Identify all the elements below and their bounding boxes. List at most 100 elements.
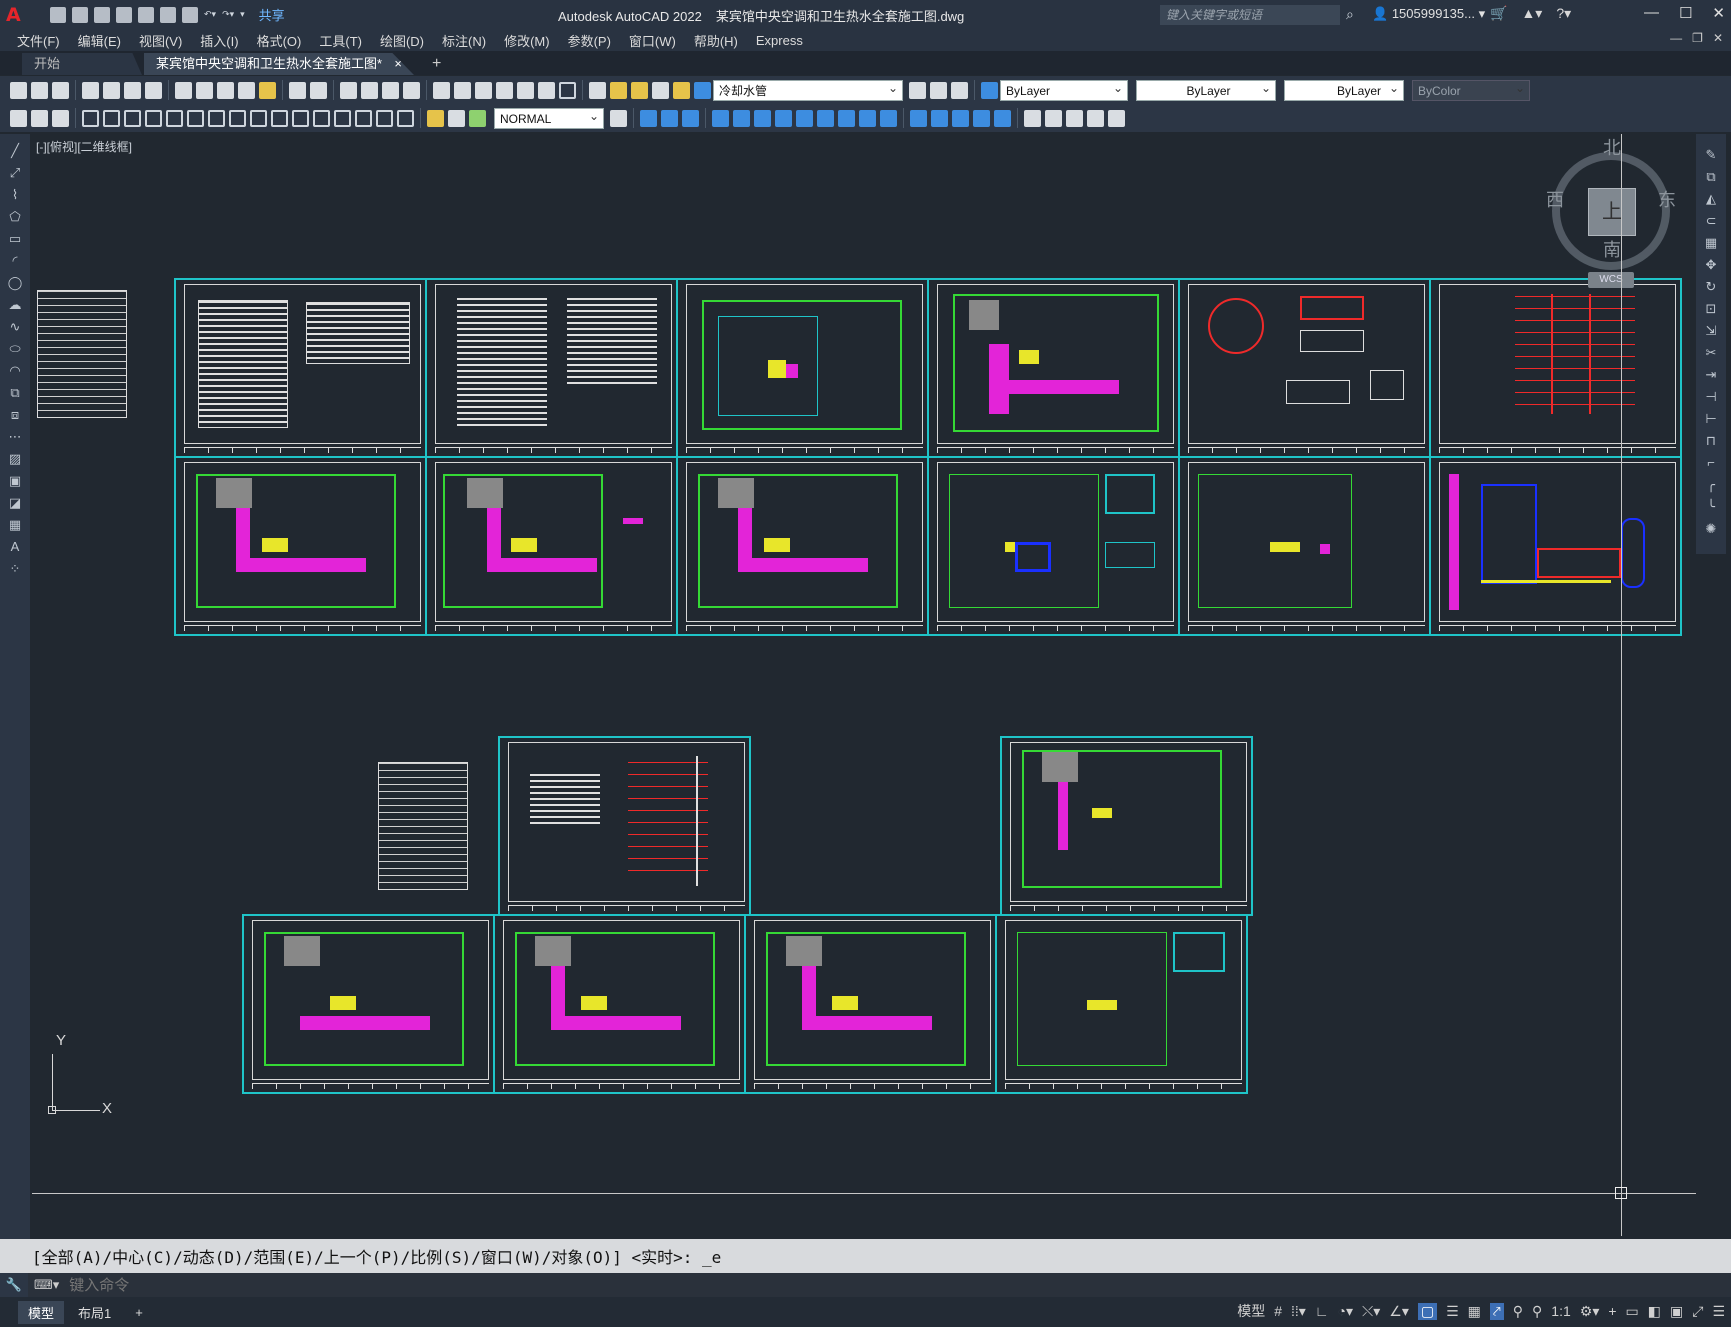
mirror-icon[interactable]: ◭ (1703, 191, 1719, 207)
isodraft-icon[interactable]: ⤬▾ (1362, 1303, 1380, 1320)
viewcube-top-face[interactable]: 上 (1588, 188, 1636, 236)
save-as-icon[interactable] (116, 6, 132, 23)
plot-preview-icon[interactable] (103, 81, 120, 99)
copy-icon[interactable] (196, 81, 213, 99)
ellipse-arc-icon[interactable]: ◠ (7, 363, 23, 379)
ellipse-icon[interactable]: ⬭ (7, 341, 23, 357)
arc-length-icon[interactable] (124, 109, 141, 127)
stretch-icon[interactable]: ⇲ (1703, 323, 1719, 339)
osnap-tracking-icon[interactable]: ∠▾ (1389, 1303, 1409, 1320)
autocad-logo-icon[interactable]: A (6, 4, 30, 26)
center-mark-icon[interactable] (355, 109, 372, 127)
selection-cycling-icon[interactable]: ⤤ (1489, 1302, 1504, 1320)
copy-object-icon[interactable] (661, 109, 678, 127)
dim-style-manager-icon[interactable] (610, 109, 627, 127)
dim-text-edit-icon[interactable] (448, 109, 465, 127)
auto-scale-icon[interactable]: ⚲ (1532, 1303, 1542, 1320)
add-selected-icon[interactable]: ⁘ (7, 561, 23, 577)
jogged-linear-icon[interactable] (397, 109, 414, 127)
plot-icon[interactable] (182, 6, 198, 23)
zoom-previous-icon[interactable] (403, 81, 420, 99)
block-editor-icon[interactable] (259, 81, 276, 99)
hardware-acceleration-icon[interactable]: ▣ (1670, 1303, 1683, 1320)
new-tab-button[interactable]: + (432, 53, 441, 75)
command-customize-icon[interactable]: 🔧 (0, 1277, 28, 1293)
layer-state-icon[interactable] (951, 81, 968, 99)
open-icon[interactable] (31, 81, 48, 99)
menu-parametric[interactable]: 参数(P) (559, 31, 620, 50)
chamfer-icon[interactable]: ⌐ (1703, 455, 1719, 471)
object-snap-icon[interactable]: ▢ (1417, 1302, 1438, 1320)
line-icon[interactable]: ╱ (7, 143, 23, 159)
dim-edit-icon[interactable] (427, 109, 444, 127)
revision-cloud-icon[interactable]: ☁ (7, 297, 23, 313)
undo-icon[interactable] (289, 81, 306, 99)
make-current-layer-icon[interactable] (909, 81, 926, 99)
dim-update-icon[interactable] (52, 109, 69, 127)
layer-dropdown[interactable]: 冷却水管 (713, 78, 903, 101)
qnew-icon[interactable] (10, 81, 27, 99)
new-file-icon[interactable] (50, 6, 66, 23)
menu-view[interactable]: 视图(V) (130, 31, 191, 50)
minimize-icon[interactable]: — (1644, 4, 1659, 22)
menu-insert[interactable]: 插入(I) (191, 31, 247, 50)
save-icon[interactable] (94, 6, 110, 23)
angular-dimension-icon[interactable] (229, 109, 246, 127)
plot-icon[interactable] (82, 81, 99, 99)
workspace-gear-icon[interactable]: ⚙▾ (1580, 1303, 1600, 1320)
rotate-icon[interactable]: ↻ (1703, 279, 1719, 295)
tab-close-icon[interactable]: × (394, 53, 402, 75)
erase-eraser-icon[interactable]: ✎ (1703, 147, 1719, 163)
menu-format[interactable]: 格式(O) (248, 31, 311, 50)
lineweight-dropdown[interactable]: ByLayer (1284, 78, 1404, 101)
copy-icon[interactable]: ⧉ (1703, 169, 1719, 185)
search-icon[interactable]: ⌕ (1346, 6, 1361, 22)
annotation-monitor-icon[interactable]: + (1608, 1303, 1616, 1319)
save-icon[interactable] (52, 81, 69, 99)
offset-icon[interactable] (712, 109, 729, 127)
quickcalc-icon[interactable] (538, 81, 555, 99)
radius-dimension-icon[interactable] (166, 109, 183, 127)
layer-color-icon[interactable] (694, 81, 711, 99)
command-prompt-icon[interactable]: ⌨▾ (34, 1277, 59, 1293)
dimension-space-icon[interactable] (313, 109, 330, 127)
chamfer-icon[interactable] (931, 109, 948, 127)
polyline-icon[interactable]: ⌇ (7, 187, 23, 203)
construction-line-icon[interactable]: ⤢ (7, 165, 23, 181)
compass-south[interactable]: 南 (1603, 236, 1621, 262)
extend-icon[interactable] (859, 109, 876, 127)
menu-window[interactable]: 窗口(W) (620, 31, 685, 50)
array-icon[interactable]: ▦ (1703, 235, 1719, 251)
layer-freeze-icon[interactable] (631, 81, 648, 99)
share-button[interactable]: 共享 (259, 5, 285, 24)
help-icon[interactable]: ?▾ (1556, 5, 1571, 22)
open-file-icon[interactable] (72, 6, 88, 23)
blend-icon[interactable] (973, 109, 990, 127)
cut-icon[interactable] (175, 81, 192, 99)
properties-icon[interactable] (433, 81, 450, 99)
linear-dimension-icon[interactable] (82, 109, 99, 127)
extend-icon[interactable]: ⇥ (1703, 367, 1719, 383)
menu-help[interactable]: 帮助(H) (685, 31, 747, 50)
menu-edit[interactable]: 编辑(E) (69, 31, 130, 50)
quick-dimension-icon[interactable] (10, 109, 27, 127)
scale-icon[interactable] (796, 109, 813, 127)
explode-icon[interactable] (994, 109, 1011, 127)
maximize-icon[interactable]: ☐ (1679, 4, 1692, 22)
trim-icon[interactable] (838, 109, 855, 127)
circle-icon[interactable]: ◯ (7, 275, 23, 291)
break-icon[interactable]: ⊢ (1703, 411, 1719, 427)
tab-start[interactable]: 开始 (22, 53, 142, 75)
join-icon[interactable] (910, 109, 927, 127)
linetype-dropdown[interactable]: ByLayer (1136, 78, 1276, 101)
scale-icon[interactable]: ⊡ (1703, 301, 1719, 317)
compass-north[interactable]: 北 (1603, 134, 1621, 160)
fillet-icon[interactable] (952, 109, 969, 127)
paste-icon[interactable] (217, 81, 234, 99)
transparency-icon[interactable]: ▦ (1468, 1303, 1481, 1320)
markup-icon[interactable] (517, 81, 534, 99)
snap-icon[interactable]: ⁞⁞▾ (1291, 1303, 1306, 1320)
trim-icon[interactable]: ✂ (1703, 345, 1719, 361)
drawing-viewport[interactable]: [-][俯视][二维线框] 上 北 南 东 西 WCS Y X (32, 134, 1696, 1238)
open-from-web-icon[interactable] (138, 6, 154, 23)
